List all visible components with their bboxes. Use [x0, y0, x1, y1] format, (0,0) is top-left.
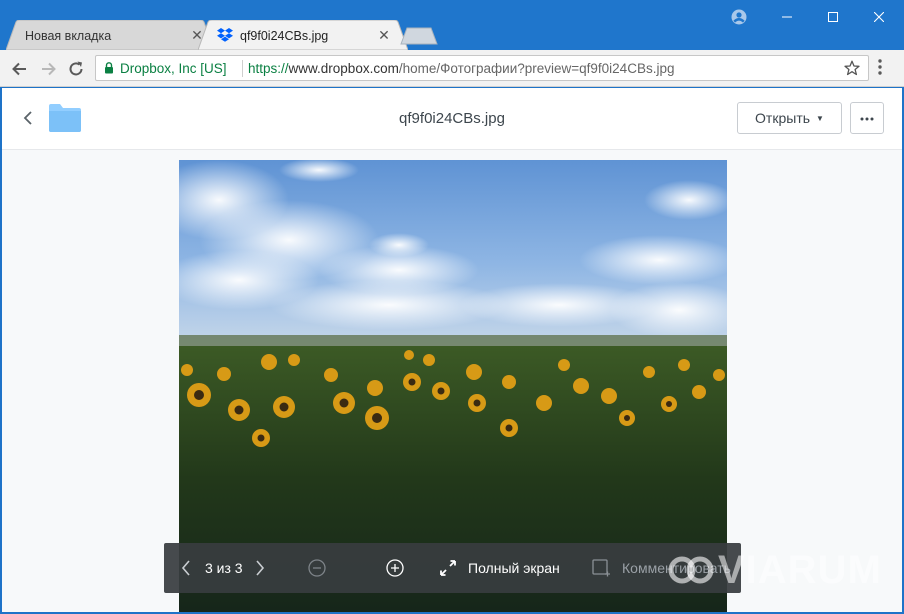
browser-menu-icon[interactable] — [877, 58, 883, 76]
zoom-in-icon[interactable] — [386, 559, 404, 577]
previous-chevron-icon[interactable] — [180, 558, 192, 578]
url-text[interactable]: https://www.dropbox.com/home/Фотографии?… — [248, 61, 674, 76]
reload-icon[interactable] — [66, 59, 86, 79]
omnibox-divider — [242, 60, 243, 77]
forward-arrow-icon[interactable] — [38, 59, 58, 79]
comment-icon — [592, 559, 610, 577]
comment-button[interactable]: Комментировать — [592, 543, 737, 593]
bookmark-star-icon[interactable] — [844, 60, 860, 76]
open-dropdown-button[interactable]: Открыть ▼ — [737, 102, 842, 134]
close-icon — [874, 12, 884, 22]
preview-controls-bar: 3 из 3 Полный экран Комментировать — [164, 543, 741, 593]
url-scheme: https:// — [248, 61, 289, 76]
address-bar[interactable]: Dropbox, Inc [US] https://www.dropbox.co… — [95, 55, 869, 81]
dropbox-preview-page: qf9f0i24CBs.jpg Открыть ▼ 3 из 3 Полный … — [2, 88, 902, 612]
site-identity[interactable]: Dropbox, Inc [US] — [120, 61, 227, 76]
back-arrow-icon[interactable] — [10, 59, 30, 79]
dropbox-icon — [217, 28, 233, 42]
browser-titlebar: Новая вкладка ✕ qf9f0i24CBs.jpg ✕ — [0, 0, 904, 50]
caret-down-icon: ▼ — [816, 114, 824, 123]
profile-icon[interactable] — [731, 9, 747, 25]
zoom-out-icon[interactable] — [308, 559, 326, 577]
watermark-text: VIARUM — [718, 548, 882, 592]
new-tab-button[interactable] — [400, 27, 438, 45]
ellipsis-icon — [860, 117, 874, 121]
url-path: /home/Фотографии?preview=qf9f0i24CBs.jpg — [398, 61, 675, 76]
close-icon[interactable]: ✕ — [376, 27, 392, 43]
tab-title: qf9f0i24CBs.jpg — [240, 29, 329, 43]
tab-title: Новая вкладка — [25, 29, 112, 43]
minimize-icon — [782, 16, 792, 18]
page-counter: 3 из 3 — [205, 560, 243, 576]
fullscreen-button[interactable]: Полный экран — [440, 543, 565, 593]
url-host: www.dropbox.com — [288, 61, 399, 76]
tab-dropbox-preview[interactable]: qf9f0i24CBs.jpg ✕ — [198, 20, 408, 50]
lock-icon[interactable] — [104, 62, 114, 74]
more-options-button[interactable] — [850, 102, 884, 134]
watermark-logo-icon — [668, 556, 714, 584]
minimize-button[interactable] — [764, 0, 810, 34]
maximize-icon — [828, 12, 838, 22]
maximize-button[interactable] — [810, 0, 856, 34]
fullscreen-label: Полный экран — [468, 560, 560, 576]
preview-header: qf9f0i24CBs.jpg Открыть ▼ — [2, 88, 902, 150]
open-button-label: Открыть — [755, 110, 811, 126]
close-window-button[interactable] — [856, 0, 902, 34]
tab-new-tab[interactable]: Новая вкладка ✕ — [6, 20, 214, 50]
browser-toolbar: Dropbox, Inc [US] https://www.dropbox.co… — [0, 50, 904, 87]
next-chevron-icon[interactable] — [254, 558, 266, 578]
expand-icon — [440, 560, 456, 576]
